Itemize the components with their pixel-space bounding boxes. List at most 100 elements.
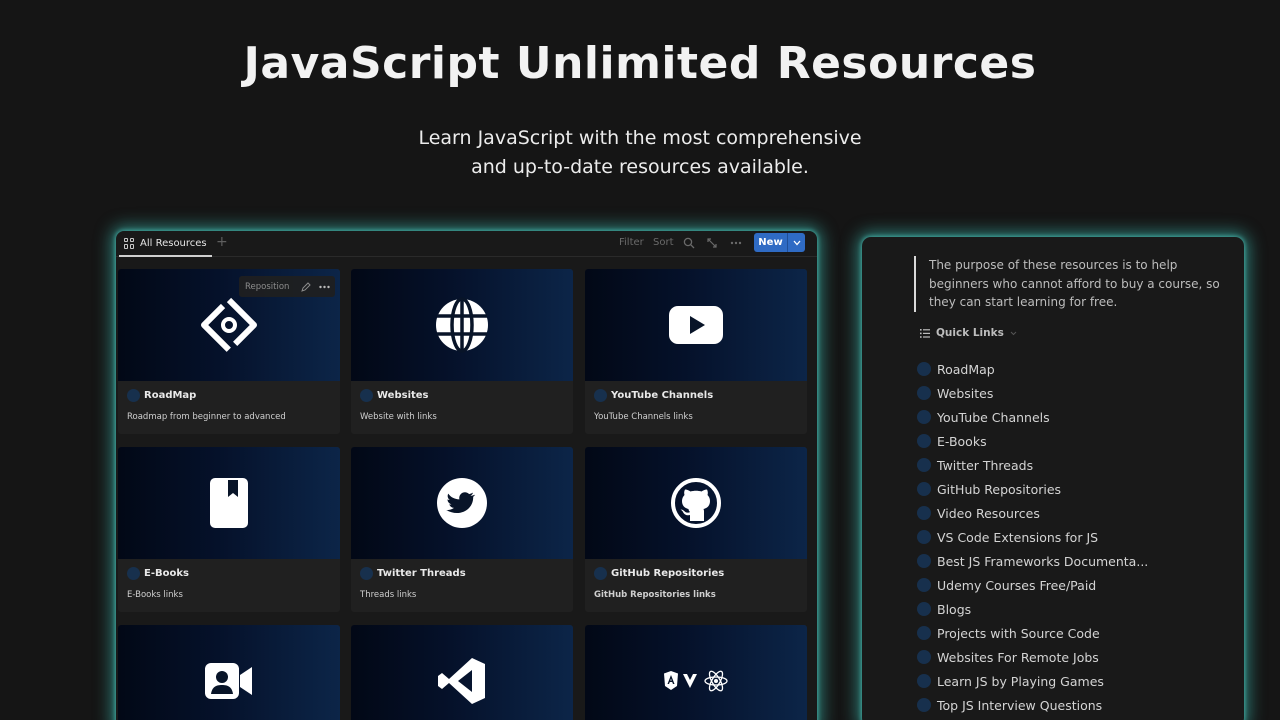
card-vscode-extensions[interactable] xyxy=(351,625,573,720)
more-options-icon[interactable] xyxy=(730,237,742,249)
quick-link-label: Twitter Threads xyxy=(937,457,1034,473)
quick-link-label: Top JS Interview Questions xyxy=(937,697,1103,713)
quick-link-item[interactable]: Twitter Threads xyxy=(917,453,1237,477)
quick-link-item[interactable]: GitHub Repositories xyxy=(917,477,1237,501)
expand-icon[interactable] xyxy=(706,237,718,249)
card-roadmap[interactable]: Reposition RoadMap Roadmap from beginner… xyxy=(118,269,340,434)
page-icon xyxy=(917,386,931,400)
card-more-icon[interactable] xyxy=(315,285,333,289)
card-description: Roadmap from beginner to advanced xyxy=(127,412,286,422)
page-subtitle: Learn JavaScript with the most comprehen… xyxy=(0,124,1280,182)
quick-link-label: Video Resources xyxy=(937,505,1040,521)
intro-panel: The purpose of these resources is to hel… xyxy=(862,237,1244,720)
card-description: Website with links xyxy=(360,412,437,422)
card-title: RoadMap xyxy=(144,390,197,401)
quick-link-item[interactable]: Blogs xyxy=(917,597,1237,621)
page-icon xyxy=(917,362,931,376)
quick-link-label: Blogs xyxy=(937,601,972,617)
quick-link-label: YouTube Channels xyxy=(937,409,1050,425)
quick-link-label: Websites xyxy=(937,385,994,401)
list-icon xyxy=(920,328,930,338)
card-title-row: E-Books xyxy=(127,567,189,580)
card-title-row: Twitter Threads xyxy=(360,567,466,580)
card-e-books[interactable]: E-Books E-Books links xyxy=(118,447,340,612)
add-view-button[interactable]: + xyxy=(216,234,228,250)
page-icon xyxy=(917,650,931,664)
quick-link-label: Best JS Frameworks Documenta... xyxy=(937,553,1149,569)
quick-link-label: GitHub Repositories xyxy=(937,481,1062,497)
card-github-repositories[interactable]: GitHub Repositories GitHub Repositories … xyxy=(585,447,807,612)
quick-link-label: Learn JS by Playing Games xyxy=(937,673,1104,689)
page-icon xyxy=(917,410,931,424)
page-icon xyxy=(127,567,140,580)
quick-link-item[interactable]: YouTube Channels xyxy=(917,405,1237,429)
card-title: Twitter Threads xyxy=(377,568,466,579)
book-icon xyxy=(210,478,248,528)
vscode-icon xyxy=(438,658,485,704)
page-icon xyxy=(917,434,931,448)
tab-label: All Resources xyxy=(140,237,207,249)
page-icon xyxy=(917,578,931,592)
quick-link-item[interactable]: Websites xyxy=(917,381,1237,405)
search-icon[interactable] xyxy=(683,237,695,249)
quick-links-list: RoadMap Websites YouTube Channels E-Books Tw… xyxy=(917,357,1237,717)
page-icon xyxy=(360,389,373,402)
quick-link-item[interactable]: RoadMap xyxy=(917,357,1237,381)
reposition-button[interactable]: Reposition xyxy=(239,282,297,292)
quick-link-item[interactable]: VS Code Extensions for JS xyxy=(917,525,1237,549)
card-js-frameworks[interactable] xyxy=(585,625,807,720)
card-youtube-channels[interactable]: YouTube Channels YouTube Channels links xyxy=(585,269,807,434)
filter-button[interactable]: Filter xyxy=(619,237,644,248)
tab-all-resources[interactable]: All Resources xyxy=(119,231,212,257)
card-title-row: YouTube Channels xyxy=(594,389,713,402)
youtube-icon xyxy=(669,306,723,344)
page-icon xyxy=(917,506,931,520)
chevron-down-icon xyxy=(1010,331,1017,335)
sort-button[interactable]: Sort xyxy=(653,237,674,248)
page-icon xyxy=(594,567,607,580)
quick-link-item[interactable]: Top JS Interview Questions xyxy=(917,693,1237,717)
chevron-down-icon[interactable] xyxy=(787,233,805,252)
card-title: Websites xyxy=(377,390,429,401)
quick-link-item[interactable]: Video Resources xyxy=(917,501,1237,525)
card-title: YouTube Channels xyxy=(611,390,714,401)
new-button[interactable]: New xyxy=(754,233,805,252)
quick-link-item[interactable]: Udemy Courses Free/Paid xyxy=(917,573,1237,597)
purpose-quote: The purpose of these resources is to hel… xyxy=(914,256,1226,312)
quick-link-label: Projects with Source Code xyxy=(937,625,1100,641)
card-twitter-threads[interactable]: Twitter Threads Threads links xyxy=(351,447,573,612)
page-icon xyxy=(917,674,931,688)
card-title: GitHub Repositories xyxy=(611,568,725,579)
quick-link-item[interactable]: Best JS Frameworks Documenta... xyxy=(917,549,1237,573)
quick-link-item[interactable]: Projects with Source Code xyxy=(917,621,1237,645)
edit-icon[interactable] xyxy=(297,281,315,292)
new-button-label: New xyxy=(758,237,783,248)
page-title: JavaScript Unlimited Resources xyxy=(243,38,1037,89)
video-call-icon xyxy=(205,663,252,699)
page-icon xyxy=(360,567,373,580)
quick-link-item[interactable]: E-Books xyxy=(917,429,1237,453)
frameworks-icon xyxy=(664,670,728,692)
card-cover xyxy=(351,625,573,720)
quick-link-label: Websites For Remote Jobs xyxy=(937,649,1099,665)
subtitle-line-1: Learn JavaScript with the most comprehen… xyxy=(418,127,862,149)
card-cover xyxy=(118,447,340,559)
card-description: E-Books links xyxy=(127,590,183,600)
page-icon xyxy=(917,698,931,712)
quick-link-item[interactable]: Websites For Remote Jobs xyxy=(917,645,1237,669)
card-title-row: GitHub Repositories xyxy=(594,567,724,580)
globe-icon xyxy=(436,297,488,353)
card-cover xyxy=(585,625,807,720)
database-toolbar: All Resources + Filter Sort New xyxy=(116,231,817,257)
quick-link-label: E-Books xyxy=(937,433,987,449)
page-icon xyxy=(917,458,931,472)
card-description: Threads links xyxy=(360,590,417,600)
card-websites[interactable]: Websites Website with links xyxy=(351,269,573,434)
card-title-row: Websites xyxy=(360,389,429,402)
quick-links-toggle[interactable]: Quick Links xyxy=(920,327,1017,339)
page-icon xyxy=(127,389,140,402)
gallery-view-icon xyxy=(124,237,135,249)
quick-link-item[interactable]: Learn JS by Playing Games xyxy=(917,669,1237,693)
twitter-icon xyxy=(437,478,487,528)
card-video-resources[interactable] xyxy=(118,625,340,720)
